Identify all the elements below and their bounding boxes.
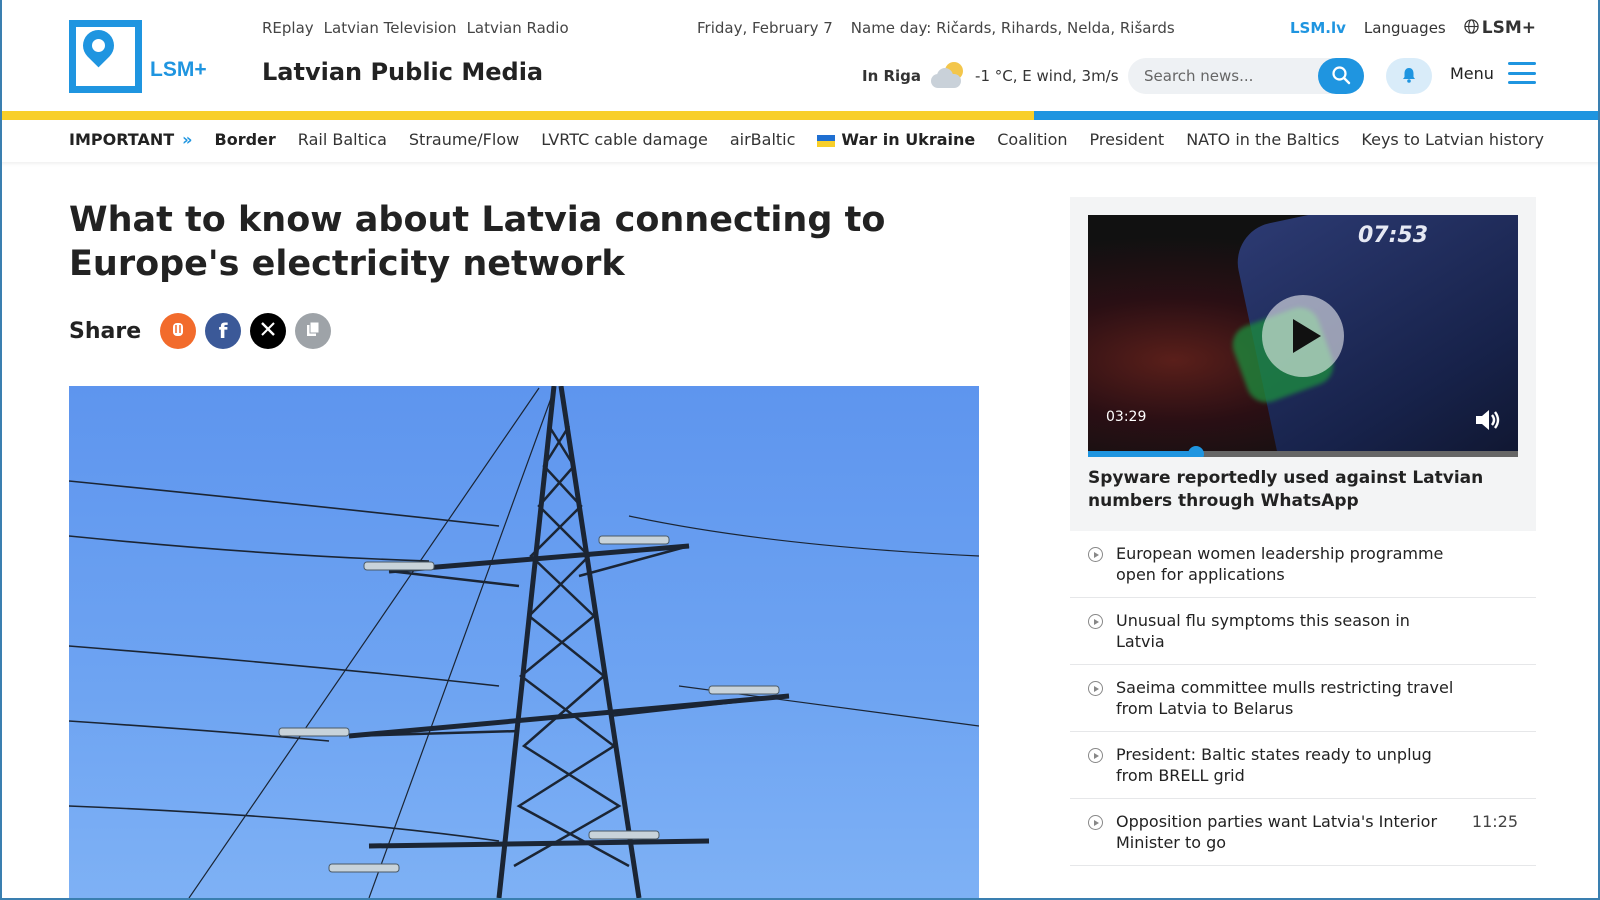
- site-title[interactable]: Latvian Public Media: [262, 58, 543, 86]
- menu-button[interactable]: Menu: [1450, 62, 1536, 84]
- topic-war-in-ukraine-label: War in Ukraine: [841, 130, 976, 149]
- play-icon: [1293, 319, 1321, 353]
- article-headline: What to know about Latvia connecting to …: [69, 200, 886, 284]
- video-progress-bar[interactable]: [1088, 446, 1518, 457]
- topic-coalition[interactable]: Coalition: [997, 130, 1067, 149]
- notifications-button[interactable]: [1386, 58, 1432, 94]
- topic-nato-in-the-baltics[interactable]: NATO in the Baltics: [1186, 130, 1339, 149]
- logo-text: LSM+: [150, 57, 207, 81]
- name-day: Name day: Ričards, Rihards, Nelda, Rišar…: [850, 19, 1175, 37]
- search-button[interactable]: [1318, 58, 1364, 94]
- volume-button[interactable]: [1472, 405, 1502, 435]
- play-circle-icon: [1088, 681, 1103, 696]
- share-bar: Share f: [69, 313, 332, 349]
- copy-link-button[interactable]: [295, 313, 332, 349]
- topic-airbaltic[interactable]: airBaltic: [730, 130, 796, 149]
- video-duration: 03:29: [1106, 409, 1147, 425]
- news-item[interactable]: President: Baltic states ready to unplug…: [1070, 732, 1536, 799]
- topic-straume-flow[interactable]: Straume/Flow: [409, 130, 519, 149]
- weather-readout: -1 °C, E wind, 3m/s: [975, 67, 1119, 85]
- important-label: IMPORTANT »: [69, 130, 193, 149]
- languages-link[interactable]: Languages: [1364, 19, 1446, 37]
- globe-icon: [1464, 18, 1479, 38]
- important-text: IMPORTANT: [69, 130, 175, 149]
- link-lsm-lv[interactable]: LSM.lv: [1290, 19, 1346, 37]
- play-button[interactable]: [1262, 295, 1344, 377]
- video-player[interactable]: 07:53 03:29: [1088, 215, 1518, 457]
- video-title[interactable]: Spyware reportedly used against Latvian …: [1088, 467, 1518, 513]
- play-circle-icon: [1088, 815, 1103, 830]
- share-facebook-button[interactable]: f: [205, 313, 242, 349]
- speaker-icon: [1472, 410, 1502, 438]
- play-circle-icon: [1088, 547, 1103, 562]
- site-header: LSM+ REplay Latvian Television Latvian R…: [0, 0, 1600, 112]
- share-x-button[interactable]: [250, 313, 287, 349]
- video-thumbnail-clock: 07:53: [1358, 223, 1429, 248]
- search-input[interactable]: [1128, 58, 1308, 94]
- power-pylon-illustration: [69, 386, 979, 898]
- news-title: Saeima committee mulls restricting trave…: [1116, 678, 1454, 718]
- bell-icon: [1400, 66, 1418, 87]
- play-circle-icon: [1088, 614, 1103, 629]
- topic-keys-to-latvian-history[interactable]: Keys to Latvian history: [1361, 130, 1544, 149]
- play-circle-icon: [1088, 748, 1103, 763]
- news-item[interactable]: Unusual flu symptoms this season in Latv…: [1070, 598, 1536, 665]
- link-latvian-radio[interactable]: Latvian Radio: [467, 19, 569, 37]
- sidebar: 07:53 03:29 Spyware reportedly used agai…: [1070, 197, 1536, 866]
- partly-cloudy-icon: [931, 62, 965, 90]
- topic-rail-baltica[interactable]: Rail Baltica: [298, 130, 387, 149]
- link-latvian-television[interactable]: Latvian Television: [324, 19, 457, 37]
- news-item[interactable]: Opposition parties want Latvia's Interio…: [1070, 799, 1536, 866]
- link-replay[interactable]: REplay: [262, 19, 314, 37]
- video-progress-handle[interactable]: [1187, 446, 1204, 457]
- flag-color-bar: [2, 111, 1598, 120]
- article-hero-image: [69, 386, 979, 898]
- ukraine-flag-icon: [817, 134, 836, 147]
- lsm-logo[interactable]: LSM+: [69, 20, 219, 93]
- menu-label: Menu: [1450, 63, 1494, 83]
- weather-widget: In Riga -1 °C, E wind, 3m/s: [862, 62, 1119, 90]
- top-right-links: LSM.lv Languages LSM+: [1290, 18, 1536, 38]
- x-icon: [259, 319, 277, 343]
- news-title: Opposition parties want Latvia's Interio…: [1116, 812, 1438, 852]
- search-box: [1128, 58, 1364, 94]
- lsm-plus-link[interactable]: LSM+: [1464, 18, 1536, 38]
- topic-border[interactable]: Border: [215, 130, 276, 149]
- hamburger-icon: [1507, 62, 1536, 84]
- topic-lvrtc-cable-damage[interactable]: LVRTC cable damage: [541, 130, 708, 149]
- double-chevron-right-icon: »: [182, 130, 193, 149]
- current-date: Friday, February 7: [697, 19, 833, 37]
- facebook-icon: f: [218, 319, 228, 343]
- copy-icon: [304, 320, 322, 342]
- news-list: European women leadership programme open…: [1070, 531, 1536, 866]
- logo-pin-icon: [69, 20, 142, 93]
- news-time: 11:25: [1471, 812, 1518, 831]
- important-topics-bar: IMPORTANT » Border Rail Baltica Straume/…: [0, 120, 1600, 162]
- share-draugiem-button[interactable]: [160, 313, 197, 349]
- news-item[interactable]: Saeima committee mulls restricting trave…: [1070, 665, 1536, 732]
- news-title: Unusual flu symptoms this season in Latv…: [1116, 611, 1410, 651]
- languages-label: Languages: [1363, 19, 1446, 37]
- topic-war-in-ukraine[interactable]: War in Ukraine: [817, 130, 975, 149]
- search-icon: [1331, 65, 1351, 88]
- news-item[interactable]: European women leadership programme open…: [1070, 531, 1536, 598]
- draugiem-icon: [170, 320, 186, 342]
- news-title: European women leadership programme open…: [1116, 544, 1444, 584]
- top-links: REplay Latvian Television Latvian Radio: [262, 19, 569, 37]
- date-line: Friday, February 7 Name day: Ričards, Ri…: [697, 19, 1175, 37]
- weather-city: In Riga: [862, 67, 922, 85]
- topic-president[interactable]: President: [1090, 130, 1165, 149]
- video-progress-fill: [1088, 451, 1196, 457]
- news-title: President: Baltic states ready to unplug…: [1116, 745, 1432, 785]
- share-label: Share: [69, 318, 142, 344]
- lsm-plus-label: LSM+: [1481, 18, 1536, 38]
